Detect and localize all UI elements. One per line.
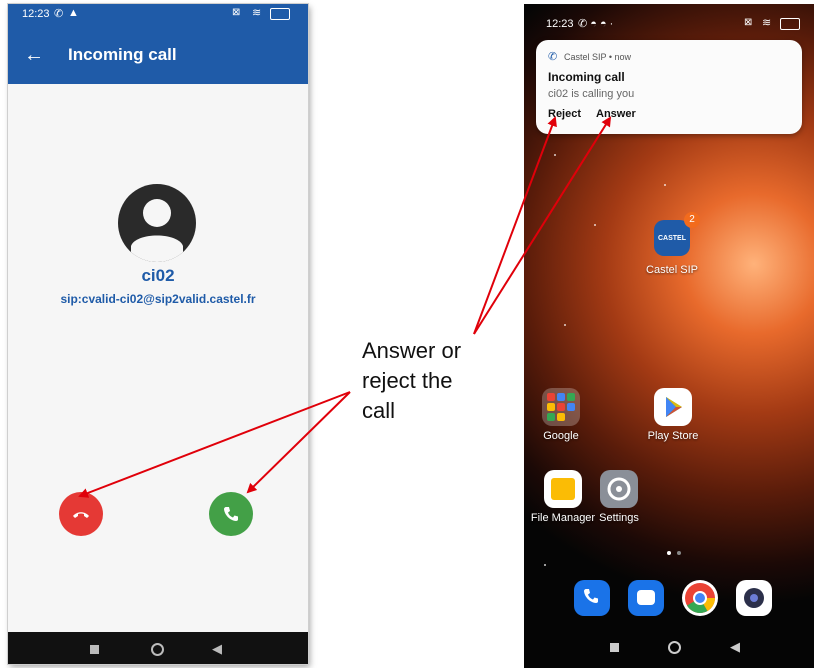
annotation-arrows (78, 116, 612, 498)
arrow-to-answer-button (246, 391, 351, 494)
arrow-to-reject-button (78, 391, 351, 498)
